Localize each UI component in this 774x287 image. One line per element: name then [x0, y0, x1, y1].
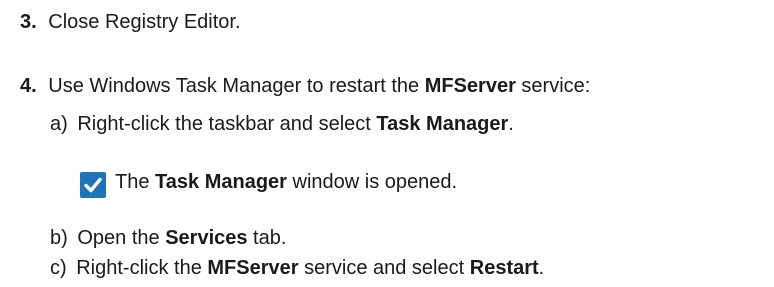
step-4: 4. Use Windows Task Manager to restart t… — [20, 74, 590, 98]
step-text: Close Registry Editor. — [48, 11, 241, 33]
substep-c: c) Right-click the MFServer service and … — [50, 256, 544, 280]
substep-marker: a) — [50, 113, 68, 135]
substep-marker: b) — [50, 227, 68, 249]
substep-b: b) Open the Services tab. — [50, 226, 286, 250]
checkmark-icon — [80, 172, 106, 198]
substep-text: Open the Services tab. — [77, 227, 287, 249]
step-result: The Task Manager window is opened. — [115, 171, 458, 193]
service-name: MFServer — [424, 75, 516, 97]
substep-marker: c) — [50, 257, 67, 279]
step-number: 3. — [20, 11, 37, 33]
step-number: 4. — [20, 75, 37, 97]
substep-text: Right-click the taskbar and select Task … — [77, 113, 514, 135]
step-3: 3. Close Registry Editor. — [20, 10, 241, 34]
substep-a: a) Right-click the taskbar and select Ta… — [50, 112, 514, 136]
step-text: Use Windows Task Manager to restart the … — [48, 75, 591, 97]
substep-text: Right-click the MFServer service and sel… — [76, 257, 545, 279]
